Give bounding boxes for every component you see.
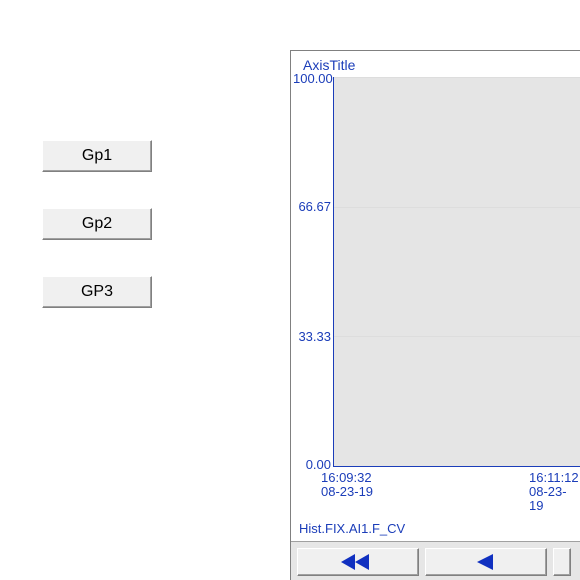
chart-panel: AxisTitle 100.00 66.67 33.33 0.00 16:09:… — [290, 50, 580, 580]
chart-series-label: Hist.FIX.AI1.F_CV — [299, 521, 405, 536]
x-tick-label: 16:09:32 08-23-19 — [321, 471, 373, 499]
gp2-button[interactable]: Gp2 — [42, 208, 152, 240]
y-tick-label: 33.33 — [293, 329, 331, 344]
rewind-fast-button[interactable] — [297, 548, 419, 576]
x-tick-label: 16:11:12 08-23-19 — [529, 471, 580, 513]
rewind-button[interactable] — [425, 548, 547, 576]
y-tick-label: 66.67 — [293, 199, 331, 214]
gridline — [334, 336, 580, 337]
chart-toolbar — [291, 541, 580, 580]
chart-plot-area[interactable] — [333, 77, 580, 467]
next-button-partial[interactable] — [553, 548, 571, 576]
gp3-button[interactable]: GP3 — [42, 276, 152, 308]
gp1-button[interactable]: Gp1 — [42, 140, 152, 172]
gridline — [334, 207, 580, 208]
gridline — [334, 77, 580, 78]
y-tick-label: 100.00 — [293, 71, 331, 86]
double-rewind-icon — [341, 554, 375, 570]
rewind-icon — [477, 554, 495, 570]
